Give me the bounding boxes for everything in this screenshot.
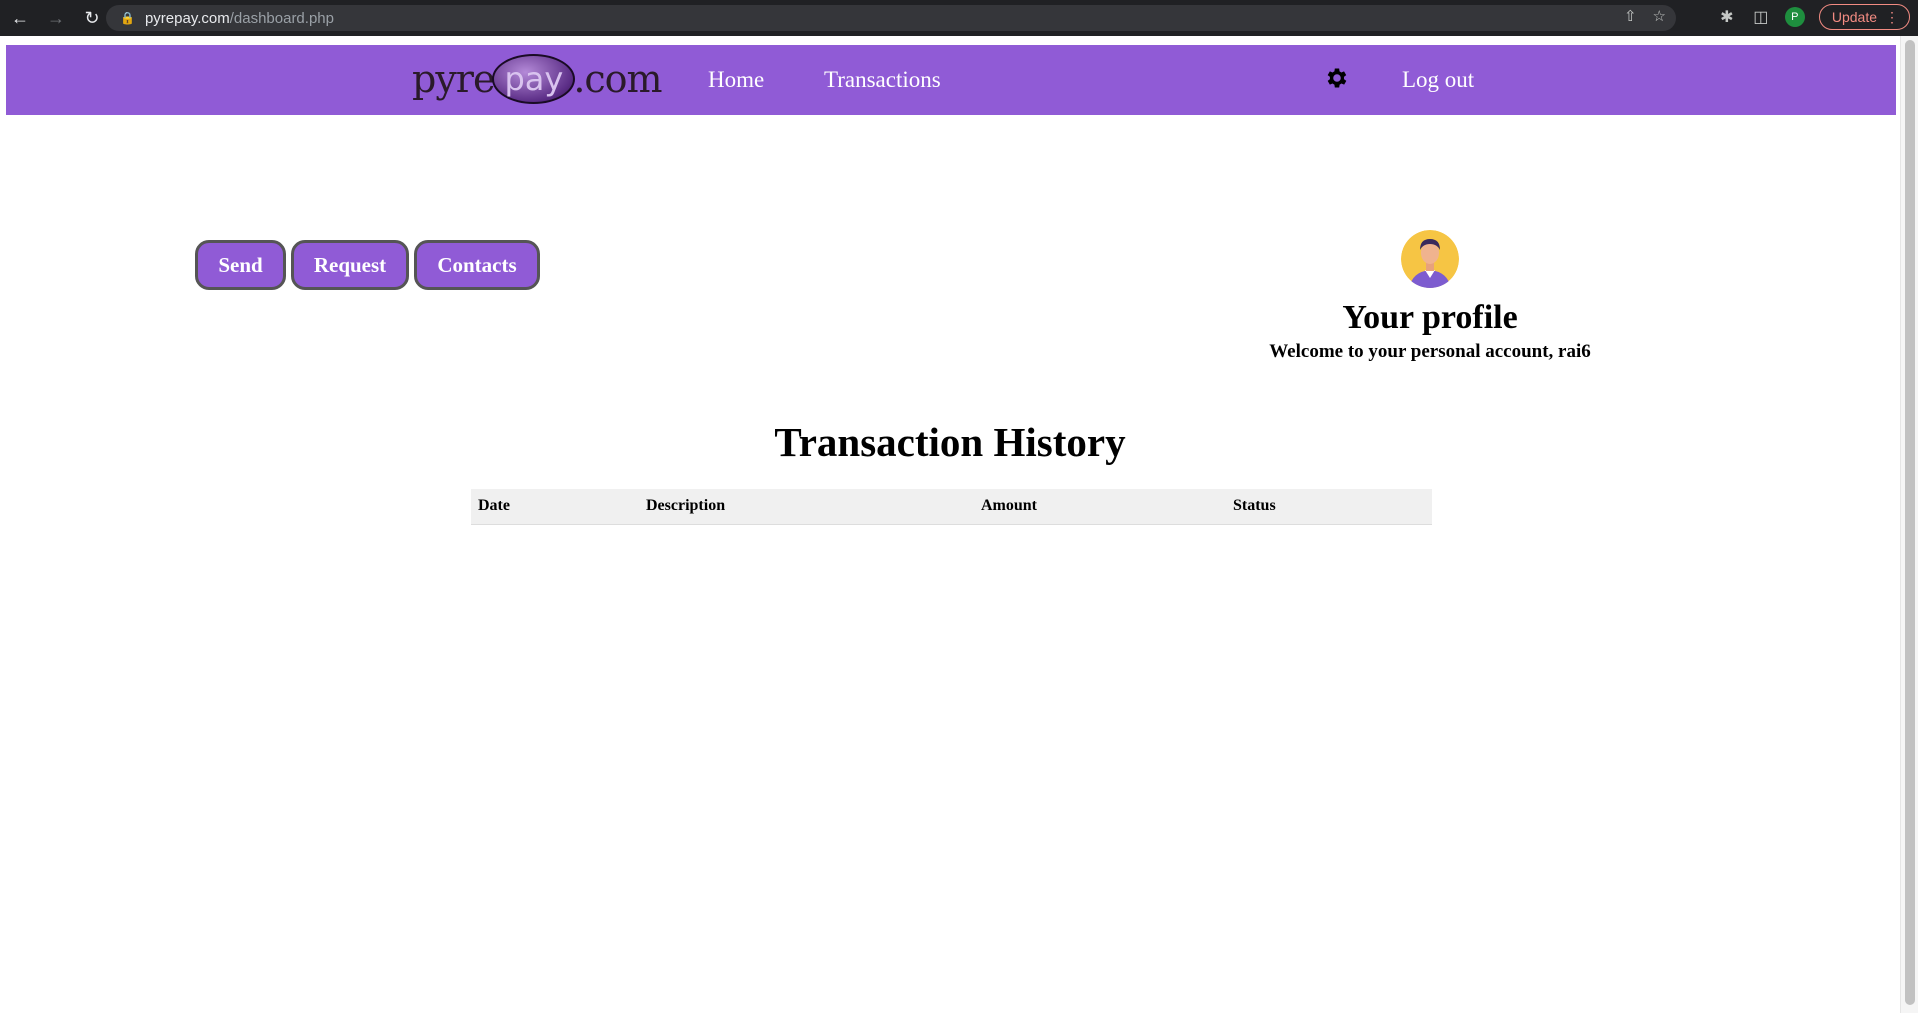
bookmark-star-icon[interactable]: ☆ (1653, 7, 1666, 25)
page-scrollbar[interactable] (1900, 36, 1918, 1013)
profile-avatar-icon (1401, 230, 1459, 288)
address-bar[interactable]: 🔒 pyrepay.com/dashboard.php ⇧ ☆ (106, 5, 1676, 31)
table-header-row: Date Description Amount Status (471, 489, 1432, 525)
column-header-amount: Amount (974, 489, 1226, 525)
pyrepay-logo[interactable]: pyre pay .com (412, 51, 663, 107)
logo-text-pyre: pyre (412, 57, 495, 101)
logo-text-pay: pay (492, 54, 576, 104)
send-button[interactable]: Send (195, 240, 286, 290)
browser-toolbar: ← → ↻ 🔒 pyrepay.com/dashboard.php ⇧ ☆ ✱ … (0, 0, 1918, 36)
settings-gear-icon[interactable] (1324, 65, 1350, 91)
back-arrow-icon[interactable]: ← (4, 2, 36, 34)
profile-title: Your profile (1342, 299, 1518, 336)
column-header-status: Status (1226, 489, 1432, 525)
lock-icon: 🔒 (120, 11, 135, 25)
column-header-date: Date (471, 489, 639, 525)
site-header: pyre pay .com Home Transactions Log out (6, 45, 1896, 115)
action-button-group: Send Request Contacts (195, 240, 540, 290)
share-icon[interactable]: ⇧ (1624, 7, 1637, 25)
logo-text-com: .com (573, 57, 662, 101)
update-label: Update (1831, 9, 1877, 25)
url-host: pyrepay.com (144, 9, 230, 27)
forward-arrow-icon[interactable]: → (40, 2, 72, 34)
side-panel-icon[interactable]: ◫ (1751, 7, 1771, 27)
transaction-history-table: Date Description Amount Status (471, 489, 1432, 525)
transaction-history-title: Transaction History (774, 419, 1126, 465)
profile-panel: Your profile Welcome to your personal ac… (1230, 230, 1630, 363)
reload-icon[interactable]: ↻ (76, 2, 108, 34)
url-path: /dashboard.php (229, 9, 334, 27)
extensions-puzzle-icon[interactable]: ✱ (1717, 7, 1737, 27)
update-button[interactable]: Update ⋮ (1818, 4, 1910, 30)
nav-transactions-link[interactable]: Transactions (824, 67, 941, 93)
kebab-menu-icon: ⋮ (1885, 8, 1899, 25)
column-header-description: Description (639, 489, 974, 525)
nav-logout-link[interactable]: Log out (1402, 67, 1474, 93)
profile-welcome-text: Welcome to your personal account, rai6 (1269, 341, 1591, 362)
request-button[interactable]: Request (291, 240, 409, 290)
scrollbar-thumb[interactable] (1905, 40, 1915, 1005)
contacts-button[interactable]: Contacts (414, 240, 540, 290)
browser-profile-avatar[interactable]: P (1784, 7, 1805, 27)
nav-home-link[interactable]: Home (708, 67, 764, 93)
